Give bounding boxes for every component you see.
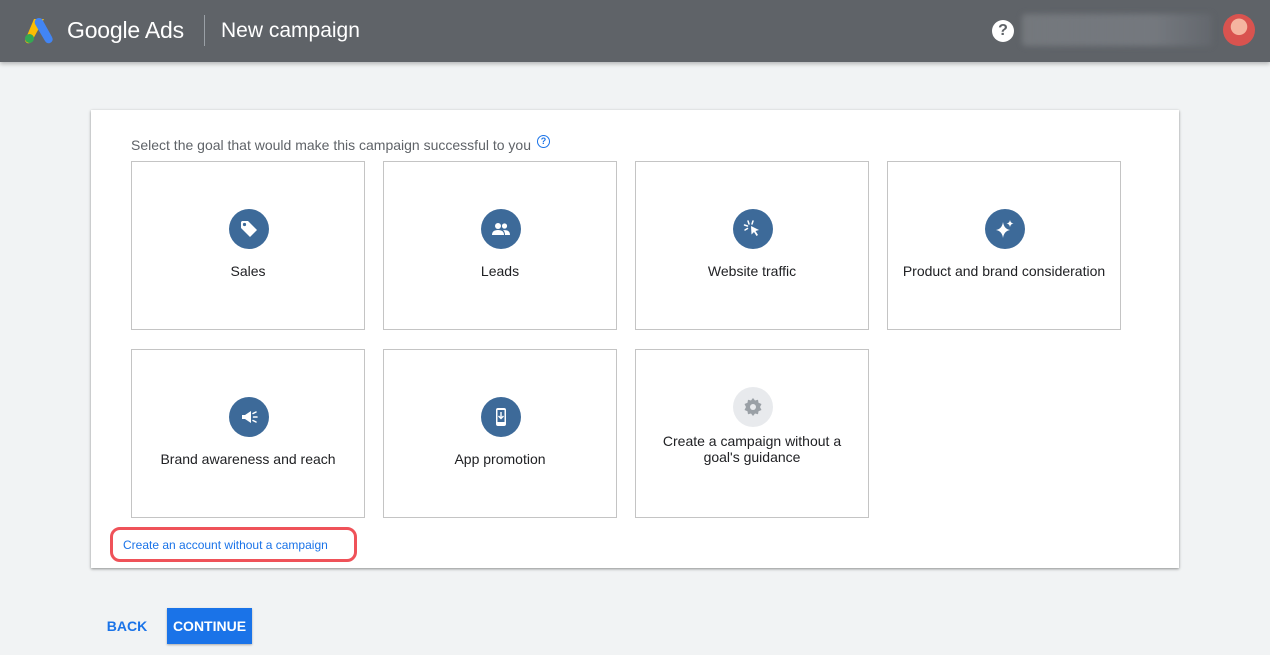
goal-label: App promotion: [454, 451, 546, 467]
goal-tile-sales[interactable]: Sales: [131, 161, 365, 330]
goal-tile-leads[interactable]: Leads: [383, 161, 617, 330]
page-title: New campaign: [221, 19, 360, 42]
goal-label: Leads: [480, 263, 520, 279]
goal-selection-card: Select the goal that would make this cam…: [91, 110, 1179, 568]
goal-prompt: Select the goal that would make this cam…: [131, 137, 531, 153]
question-help-icon[interactable]: ?: [537, 135, 550, 148]
gear-icon: [733, 387, 773, 427]
goal-tile-app-promotion[interactable]: App promotion: [383, 349, 617, 518]
tag-icon: [229, 209, 269, 249]
header-divider: [204, 15, 205, 46]
brand-name: Google Ads: [67, 17, 184, 43]
google-ads-logo-icon[interactable]: [24, 17, 54, 44]
phone-download-icon: [481, 397, 521, 437]
goal-tile-product-brand-consideration[interactable]: Product and brand consideration: [887, 161, 1121, 330]
people-icon: [481, 209, 521, 249]
goal-tile-no-guidance[interactable]: Create a campaign without a goal's guida…: [635, 349, 869, 518]
top-bar: Google Ads New campaign ?: [0, 0, 1270, 62]
back-button[interactable]: BACK: [100, 611, 154, 641]
avatar[interactable]: [1223, 14, 1255, 46]
goal-tile-brand-awareness[interactable]: Brand awareness and reach: [131, 349, 365, 518]
create-account-without-campaign-link[interactable]: Create an account without a campaign: [123, 538, 328, 552]
cursor-click-icon: [733, 209, 773, 249]
goal-label: Create a campaign without a goal's guida…: [662, 433, 842, 465]
megaphone-icon: [229, 397, 269, 437]
goal-label: Product and brand consideration: [902, 263, 1106, 279]
goal-tile-website-traffic[interactable]: Website traffic: [635, 161, 869, 330]
account-info-blurred[interactable]: [1022, 14, 1212, 46]
continue-button[interactable]: CONTINUE: [167, 608, 252, 644]
goal-label: Sales: [230, 263, 266, 279]
help-icon[interactable]: ?: [992, 20, 1014, 42]
goal-label: Brand awareness and reach: [160, 451, 336, 467]
sparkle-icon: [985, 209, 1025, 249]
goal-label: Website traffic: [707, 263, 797, 279]
